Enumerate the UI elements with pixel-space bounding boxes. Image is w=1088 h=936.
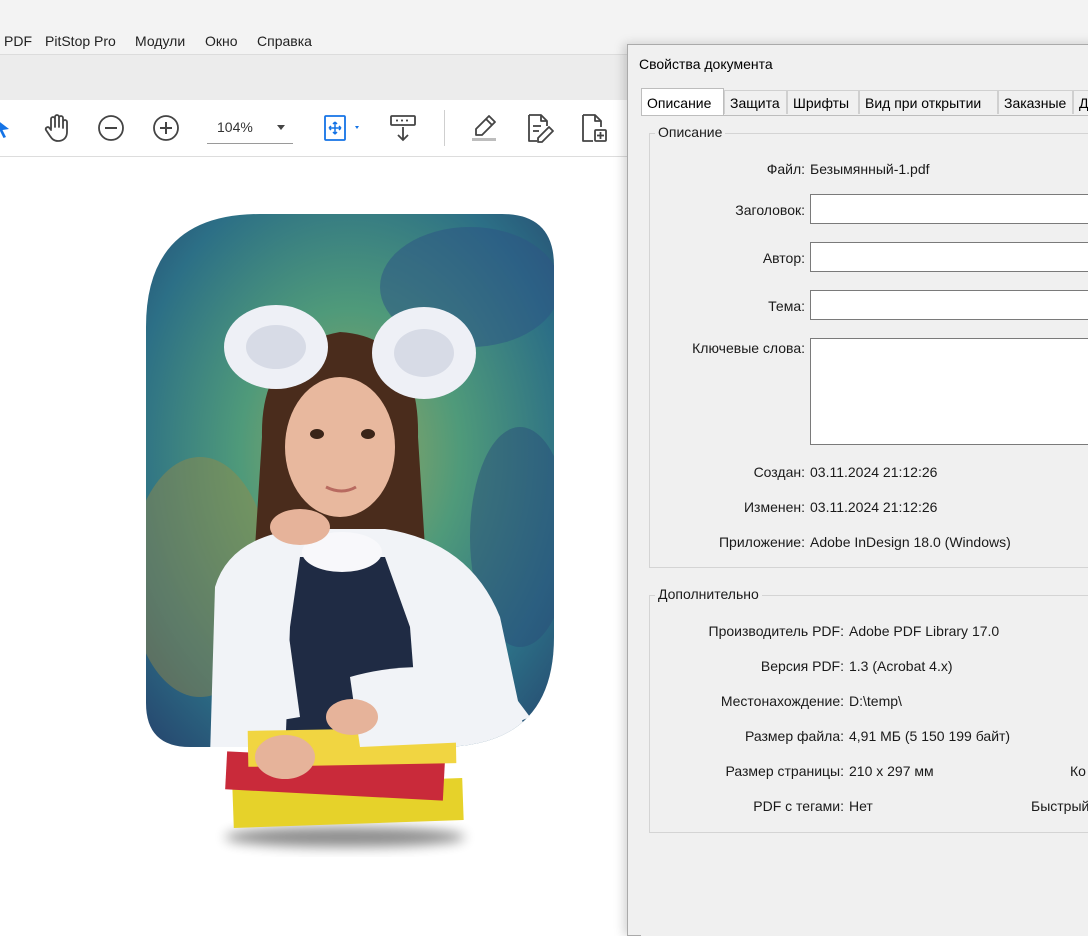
file-label: Файл: [766,161,805,177]
tab-initial-view[interactable]: Вид при открытии [859,90,998,114]
page-count-label: Ко [1070,763,1086,779]
modified-label: Изменен: [743,499,805,515]
application-value: Adobe InDesign 18.0 (Windows) [810,534,1011,550]
file-size-label: Размер файла: [745,728,844,744]
subject-label: Тема: [768,298,805,314]
page-photo [146,214,554,847]
created-value: 03.11.2024 21:12:26 [810,464,938,480]
menu-modules[interactable]: Модули [135,33,185,49]
page-size-value: 210 x 297 мм [849,763,934,779]
dialog-title: Свойства документа [639,56,773,72]
tagged-pdf-label: PDF с тегами: [753,798,844,814]
window-titlebar [0,0,1088,30]
group-title-description: Описание [655,124,726,140]
edit-pdf-icon[interactable] [521,110,557,146]
fit-page-icon[interactable] [318,110,366,146]
group-title-advanced: Дополнительно [655,586,762,602]
keywords-field[interactable] [810,338,1088,445]
keywords-label: Ключевые слова: [692,340,805,356]
title-label: Заголовок: [735,202,805,218]
hand-icon[interactable] [39,110,75,146]
zoom-dropdown[interactable]: 104% [207,112,293,144]
tab-security[interactable]: Защита [724,90,787,114]
select-arrow-icon[interactable] [0,110,20,146]
file-value: Безымянный-1.pdf [810,161,930,177]
fast-web-view-label: Быстрый [1031,798,1088,814]
file-size-value: 4,91 МБ (5 150 199 байт) [849,728,1011,744]
pdf-version-label: Версия PDF: [760,658,844,674]
tagged-pdf-value: Нет [849,798,873,814]
tab-fonts[interactable]: Шрифты [787,90,859,114]
location-label: Местонахождение: [720,693,844,709]
document-canvas [0,157,628,922]
tab-panel-description: Описание Файл: Безымянный-1.pdf Заголово… [641,115,1088,936]
pdf-version-value: 1.3 (Acrobat 4.x) [849,658,953,674]
producer-label: Производитель PDF: [708,623,844,639]
title-field[interactable] [810,194,1088,224]
location-value: D:\temp\ [849,693,902,709]
page-size-label: Размер страницы: [725,763,844,779]
dialog-tabs: Описание Защита Шрифты Вид при открытии … [641,88,1088,116]
toolbar-divider [444,110,445,146]
producer-value: Adobe PDF Library 17.0 [849,623,1000,639]
menu-pdf[interactable]: PDF [4,33,32,49]
tab-description[interactable]: Описание [641,88,724,116]
menu-pitstop[interactable]: PitStop Pro [45,33,116,49]
highlight-pen-icon[interactable] [466,110,502,146]
modified-value: 03.11.2024 21:12:26 [810,499,938,515]
scroll-down-icon[interactable] [385,110,421,146]
subject-field[interactable] [810,290,1088,320]
zoom-value: 104% [217,119,253,135]
created-label: Создан: [753,464,805,480]
zoom-out-icon[interactable] [93,110,129,146]
menu-window[interactable]: Окно [205,33,238,49]
author-field[interactable] [810,242,1088,272]
document-properties-dialog: Свойства документа Описание Защита Шрифт… [627,44,1088,936]
menu-help[interactable]: Справка [257,33,312,49]
chevron-down-icon [277,125,285,130]
tab-advanced-partial[interactable]: Д [1073,90,1088,114]
page-attach-icon[interactable] [576,110,612,146]
application-label: Приложение: [718,534,805,550]
zoom-in-icon[interactable] [148,110,184,146]
tab-custom[interactable]: Заказные [998,90,1073,114]
author-label: Автор: [762,250,805,266]
